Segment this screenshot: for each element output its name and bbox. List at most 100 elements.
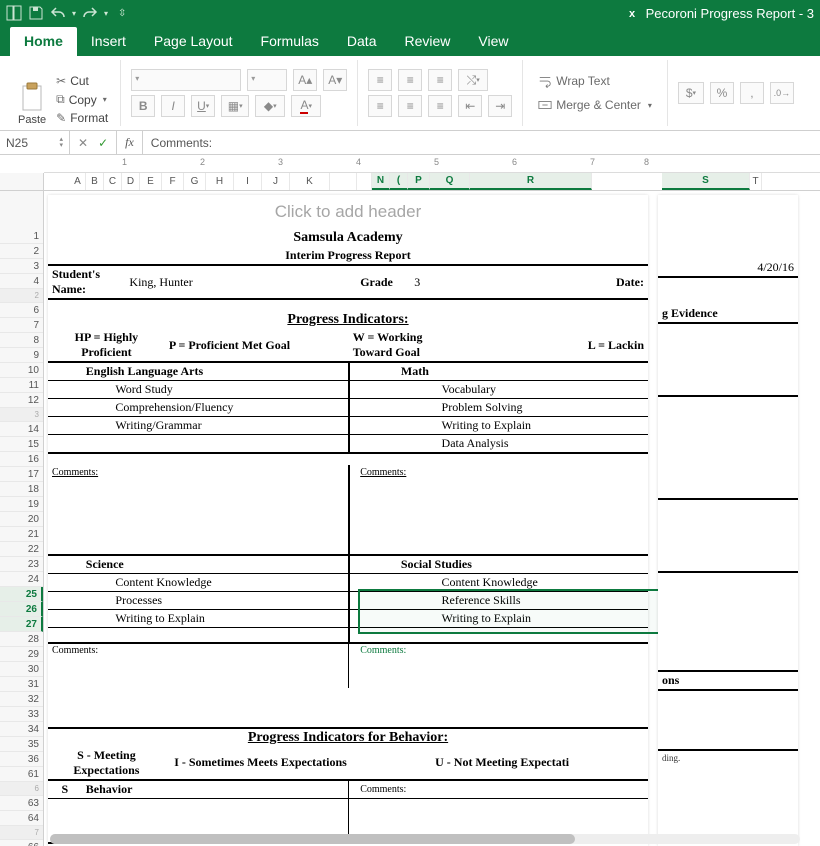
clipboard-group: Paste ✂Cut ⧉Copy▾ ✎Format xyxy=(8,60,121,126)
merge-center-button[interactable]: Merge & Center▾ xyxy=(533,95,657,115)
cancel-formula-icon[interactable]: ✕ xyxy=(78,136,88,150)
ribbon-tabs: Home Insert Page Layout Formulas Data Re… xyxy=(0,26,820,56)
fill-color-button[interactable]: ◆▾ xyxy=(255,95,285,117)
report-title: Interim Progress Report xyxy=(48,247,648,265)
col-O[interactable]: ( xyxy=(390,173,408,190)
tab-formulas[interactable]: Formulas xyxy=(247,27,333,56)
page-right: 4/20/16 g Evidence ons ding. xyxy=(658,195,798,846)
formula-input[interactable]: Comments: xyxy=(143,136,820,150)
indent-decrease-button[interactable]: ⇤ xyxy=(458,95,482,117)
col-I[interactable]: I xyxy=(234,173,262,190)
redo-caret[interactable]: ▾ xyxy=(104,9,108,18)
accept-formula-icon[interactable]: ✓ xyxy=(98,136,108,150)
brush-icon: ✎ xyxy=(56,111,66,125)
paste-label: Paste xyxy=(18,114,46,126)
tab-insert[interactable]: Insert xyxy=(77,27,140,56)
col-F[interactable]: F xyxy=(162,173,184,190)
select-all-corner[interactable] xyxy=(0,173,44,190)
copy-icon: ⧉ xyxy=(56,92,65,107)
date-value: 4/20/16 xyxy=(658,259,798,277)
col-G[interactable]: G xyxy=(184,173,206,190)
percent-button[interactable]: % xyxy=(710,82,734,104)
bold-button[interactable]: B xyxy=(131,95,155,117)
orientation-button[interactable]: ⤭▾ xyxy=(458,69,488,91)
doc-title: x Pecoroni Progress Report - 3 xyxy=(624,5,814,21)
svg-text:x: x xyxy=(629,8,636,20)
ribbon: Paste ✂Cut ⧉Copy▾ ✎Format A▴ A▾ B I U▾ ▦… xyxy=(0,56,820,131)
redo-icon[interactable] xyxy=(82,5,98,21)
horizontal-scrollbar[interactable] xyxy=(50,834,800,844)
col-J[interactable]: J xyxy=(262,173,290,190)
underline-button[interactable]: U▾ xyxy=(191,95,215,117)
italic-button[interactable]: I xyxy=(161,95,185,117)
excel-icon: x xyxy=(624,5,640,21)
copy-button[interactable]: ⧉Copy▾ xyxy=(54,91,110,108)
scissors-icon: ✂ xyxy=(56,74,66,88)
col-S[interactable]: S xyxy=(662,173,750,190)
col-T[interactable]: T xyxy=(750,173,762,190)
font-color-button[interactable]: A▾ xyxy=(291,95,321,117)
student-name: King, Hunter xyxy=(111,265,348,299)
font-select[interactable] xyxy=(131,69,241,91)
tab-page-layout[interactable]: Page Layout xyxy=(140,27,247,56)
col-H[interactable]: H xyxy=(206,173,234,190)
ruler: 1 2 3 4 5 6 7 8 xyxy=(44,155,820,173)
grid-area: 1 2 3 4 2 6 7 8 9 10 11 12 3 14 15 16 17… xyxy=(0,191,820,846)
align-bottom-button[interactable]: ≡ xyxy=(428,69,452,91)
col-N[interactable]: N xyxy=(372,173,390,190)
name-box-value: N25 xyxy=(6,136,28,150)
font-group: A▴ A▾ B I U▾ ▦▾ ◆▾ A▾ xyxy=(121,60,358,126)
save-icon[interactable] xyxy=(28,5,44,21)
col-M[interactable] xyxy=(357,173,372,190)
tab-home[interactable]: Home xyxy=(10,27,77,56)
page-left: Click to add header Samsula Academy Inte… xyxy=(48,195,648,846)
align-middle-button[interactable]: ≡ xyxy=(398,69,422,91)
row-headers: 1 2 3 4 2 6 7 8 9 10 11 12 3 14 15 16 17… xyxy=(0,191,44,846)
col-C[interactable]: C xyxy=(104,173,122,190)
align-center-button[interactable]: ≡ xyxy=(398,95,422,117)
align-right-button[interactable]: ≡ xyxy=(428,95,452,117)
col-P[interactable]: P xyxy=(408,173,430,190)
border-button[interactable]: ▦▾ xyxy=(221,95,249,117)
col-R[interactable]: R xyxy=(470,173,592,190)
increase-decimal-button[interactable]: .0→ xyxy=(770,82,794,104)
col-K[interactable]: K xyxy=(290,173,330,190)
title-bar: ▾ ▾ ⇳ x Pecoroni Progress Report - 3 xyxy=(0,0,820,26)
page-header-zone[interactable]: Click to add header xyxy=(48,195,648,229)
undo-icon[interactable] xyxy=(50,5,66,21)
indicators-heading: Progress Indicators: xyxy=(48,311,648,329)
tab-review[interactable]: Review xyxy=(390,27,464,56)
name-box[interactable]: N25 ▴▾ xyxy=(0,131,70,154)
wrap-merge-group: Wrap Text Merge & Center▾ xyxy=(523,60,668,126)
number-group: $▾ % , .0→ xyxy=(668,60,804,126)
decrease-font-button[interactable]: A▾ xyxy=(323,69,347,91)
col-Q[interactable]: Q xyxy=(430,173,470,190)
tab-data[interactable]: Data xyxy=(333,27,391,56)
format-painter-button[interactable]: ✎Format xyxy=(54,110,110,126)
school-name: Samsula Academy xyxy=(48,229,648,247)
alignment-group: ≡ ≡ ≡ ⤭▾ ≡ ≡ ≡ ⇤ ⇥ xyxy=(358,60,523,126)
formula-bar: N25 ▴▾ ✕ ✓ fx Comments: xyxy=(0,131,820,155)
cut-button[interactable]: ✂Cut xyxy=(54,73,110,89)
col-B[interactable]: B xyxy=(86,173,104,190)
increase-font-button[interactable]: A▴ xyxy=(293,69,317,91)
fx-icon[interactable]: fx xyxy=(117,131,143,154)
wrap-text-button[interactable]: Wrap Text xyxy=(533,71,657,91)
indent-increase-button[interactable]: ⇥ xyxy=(488,95,512,117)
currency-button[interactable]: $▾ xyxy=(678,82,704,104)
col-E[interactable]: E xyxy=(140,173,162,190)
col-L[interactable] xyxy=(330,173,357,190)
grade-value: 3 xyxy=(397,265,438,299)
font-size-select[interactable] xyxy=(247,69,287,91)
tab-view[interactable]: View xyxy=(464,27,522,56)
col-A[interactable]: A xyxy=(70,173,86,190)
col-D[interactable]: D xyxy=(122,173,140,190)
comma-button[interactable]: , xyxy=(740,82,764,104)
undo-caret[interactable]: ▾ xyxy=(72,9,76,18)
template-icon[interactable] xyxy=(6,5,22,21)
qat-overflow-icon[interactable]: ⇳ xyxy=(118,8,126,19)
align-top-button[interactable]: ≡ xyxy=(368,69,392,91)
align-left-button[interactable]: ≡ xyxy=(368,95,392,117)
column-headers: A B C D E F G H I J K N ( P Q R S T xyxy=(0,173,820,191)
paste-button[interactable]: Paste xyxy=(18,82,46,126)
